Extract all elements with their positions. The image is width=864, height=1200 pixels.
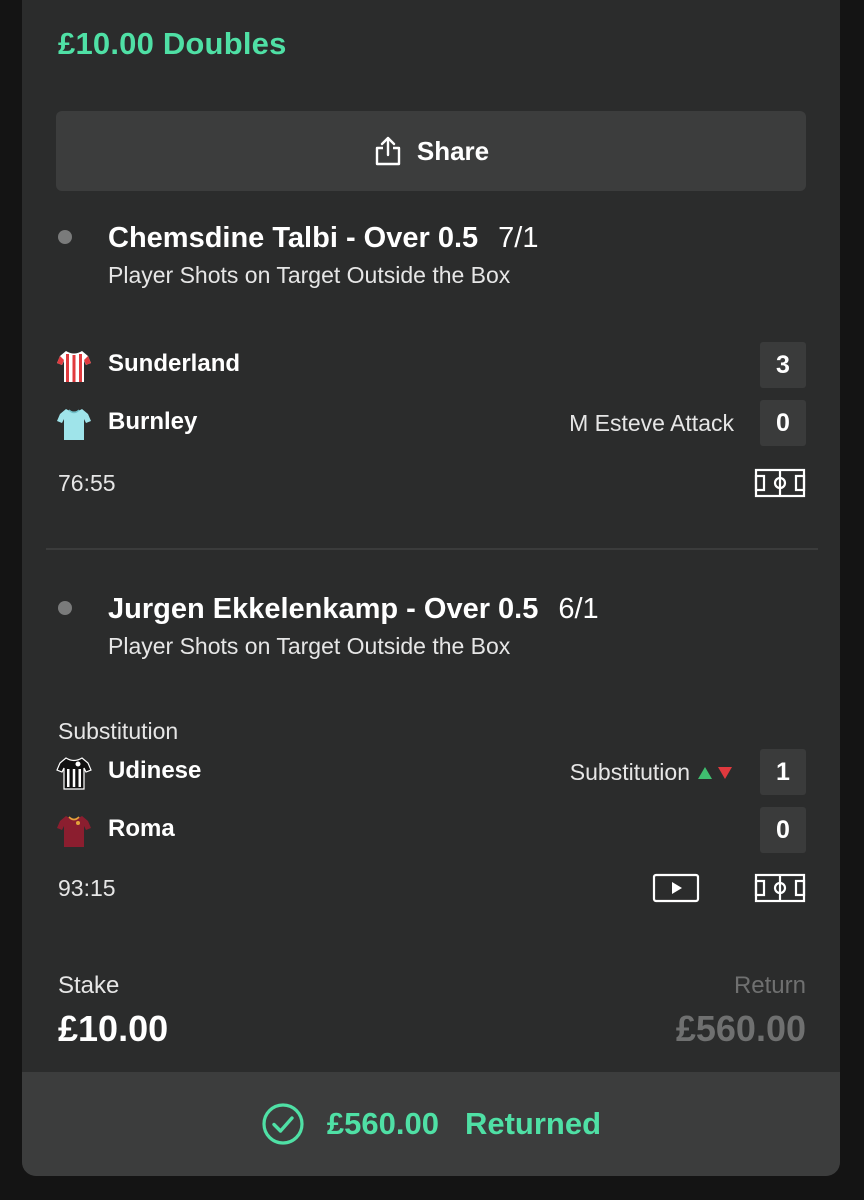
match-event: M Esteve Attack bbox=[569, 410, 734, 436]
arrow-up-icon bbox=[698, 766, 712, 779]
score-box: 3 bbox=[760, 342, 806, 388]
striped-shirt-icon bbox=[56, 757, 92, 790]
bet-card: £10.00 Doubles Share Chemsdine Talbi - O… bbox=[22, 0, 840, 1176]
status-dot bbox=[58, 230, 72, 244]
return-value: £560.00 bbox=[675, 1008, 806, 1049]
selection-name: Chemsdine Talbi - Over 0.5 bbox=[108, 222, 479, 254]
return-label: Return bbox=[733, 972, 806, 999]
share-button[interactable]: Share bbox=[56, 111, 806, 191]
share-label: Share bbox=[416, 135, 490, 166]
pitch-icon[interactable] bbox=[754, 468, 806, 498]
team-row-roma: Roma 0 bbox=[56, 807, 806, 853]
team-row-sunderland: Sunderland 3 bbox=[56, 342, 806, 388]
bet-title: £10.00 Doubles bbox=[58, 26, 287, 61]
stake-label: Stake bbox=[58, 972, 120, 999]
team-name: Roma bbox=[108, 815, 175, 842]
returned-amount: £560.00 bbox=[326, 1106, 439, 1141]
pitch-icon[interactable] bbox=[754, 873, 806, 903]
striped-shirt-icon bbox=[57, 351, 91, 382]
divider bbox=[46, 548, 818, 550]
selection-market: Player Shots on Target Outside the Box bbox=[108, 262, 511, 288]
event-label: Substitution bbox=[569, 759, 690, 785]
score-box: 0 bbox=[760, 807, 806, 853]
shirt-icon bbox=[57, 409, 91, 440]
share-icon bbox=[375, 136, 401, 166]
selection-title: Chemsdine Talbi - Over 0.5 7/1 bbox=[108, 222, 538, 255]
status-label: Substitution bbox=[58, 718, 179, 744]
shirt-icon bbox=[57, 816, 91, 847]
team-name: Udinese bbox=[108, 757, 202, 784]
returned-banner: £560.00 Returned bbox=[22, 1072, 840, 1176]
score-box: 0 bbox=[760, 400, 806, 446]
check-circle-icon bbox=[262, 1103, 304, 1145]
match-event: Substitution bbox=[570, 759, 734, 786]
selection-title: Jurgen Ekkelenkamp - Over 0.5 6/1 bbox=[108, 593, 599, 626]
selection-market: Player Shots on Target Outside the Box bbox=[108, 633, 511, 659]
team-row-burnley: Burnley M Esteve Attack 0 bbox=[56, 400, 806, 446]
selection-odds: 7/1 bbox=[498, 222, 539, 254]
team-name: Sunderland bbox=[108, 350, 241, 377]
team-row-udinese: Udinese Substitution 1 bbox=[56, 749, 806, 795]
status-dot bbox=[58, 601, 72, 615]
returned-label: Returned bbox=[464, 1106, 602, 1141]
match-clock: 76:55 bbox=[58, 470, 116, 496]
team-name: Burnley bbox=[108, 408, 198, 435]
arrow-down-icon bbox=[718, 766, 732, 779]
match-clock: 93:15 bbox=[58, 875, 116, 901]
play-video-icon[interactable] bbox=[652, 873, 700, 903]
selection-odds: 6/1 bbox=[558, 593, 599, 625]
stake-value: £10.00 bbox=[58, 1008, 169, 1049]
selection-name: Jurgen Ekkelenkamp - Over 0.5 bbox=[108, 593, 539, 625]
score-box: 1 bbox=[760, 749, 806, 795]
